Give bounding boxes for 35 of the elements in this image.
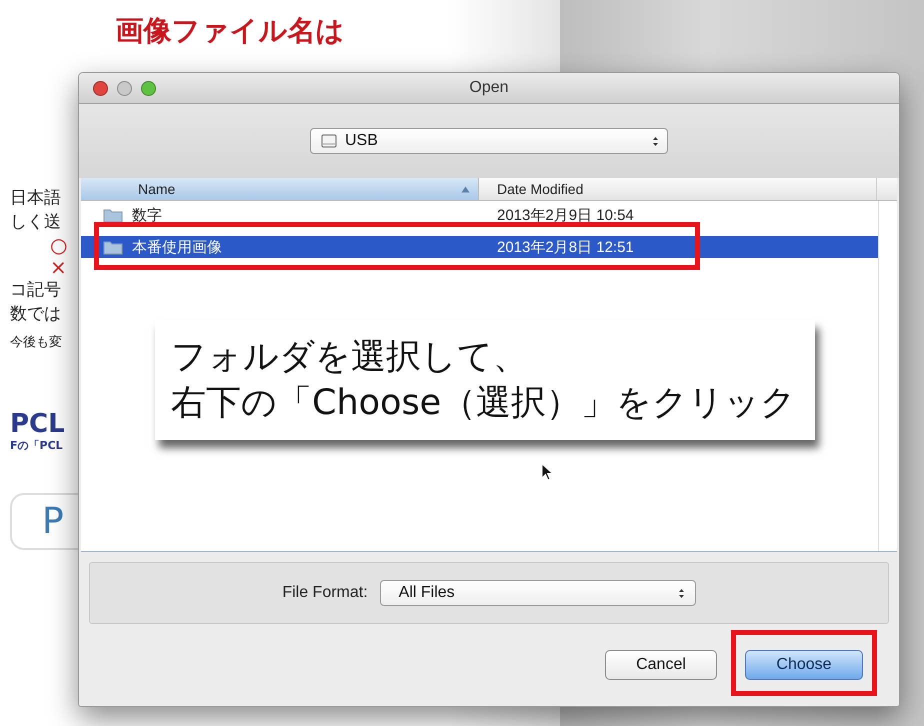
side-text: 今後も変	[10, 334, 62, 352]
file-date: 2013年2月9日 10:54	[496, 206, 634, 224]
minimize-button[interactable]	[117, 80, 132, 96]
callout-text: フォルダを選択して、	[171, 336, 529, 379]
window-title: Open	[469, 79, 509, 96]
mark-symbol: ×	[50, 256, 67, 278]
callout-text: 右下の「Choose（選択）」をクリック	[171, 382, 798, 425]
file-name: 本番使用画像	[132, 238, 222, 256]
pointer-icon	[541, 463, 554, 482]
choose-button[interactable]: Choose	[745, 650, 863, 680]
side-text: 数では	[10, 303, 61, 326]
side-text: コ記号	[10, 279, 61, 302]
side-text: しく送	[10, 211, 61, 234]
location-popup[interactable]: USB	[310, 128, 668, 154]
drive-icon	[321, 134, 337, 148]
folder-icon	[103, 240, 123, 254]
file-format-popup[interactable]: All Files	[380, 580, 696, 606]
column-header[interactable]: Date Modified	[479, 178, 877, 200]
file-row[interactable]: 数字 2013年2月9日 10:54	[81, 204, 878, 226]
file-date: 2013年2月8日 12:51	[496, 238, 634, 256]
column-header[interactable]: Name	[81, 178, 479, 200]
file-name: 数字	[132, 206, 162, 224]
file-row[interactable]: 本番使用画像 2013年2月8日 12:51	[81, 236, 878, 258]
zoom-button[interactable]	[141, 80, 156, 96]
cancel-button[interactable]: Cancel	[605, 650, 717, 680]
stepper-icon	[678, 588, 685, 598]
folder-icon	[103, 208, 123, 222]
close-button[interactable]	[93, 80, 108, 96]
heading-text: 画像ファイル名は	[116, 13, 344, 49]
side-text: Fの「PCL	[10, 438, 63, 453]
section-title: PCL	[10, 410, 65, 438]
field-label: File Format:	[282, 584, 368, 602]
side-text: 日本語	[10, 187, 61, 210]
stepper-icon	[652, 136, 659, 146]
mark-symbol: ○	[50, 234, 68, 256]
